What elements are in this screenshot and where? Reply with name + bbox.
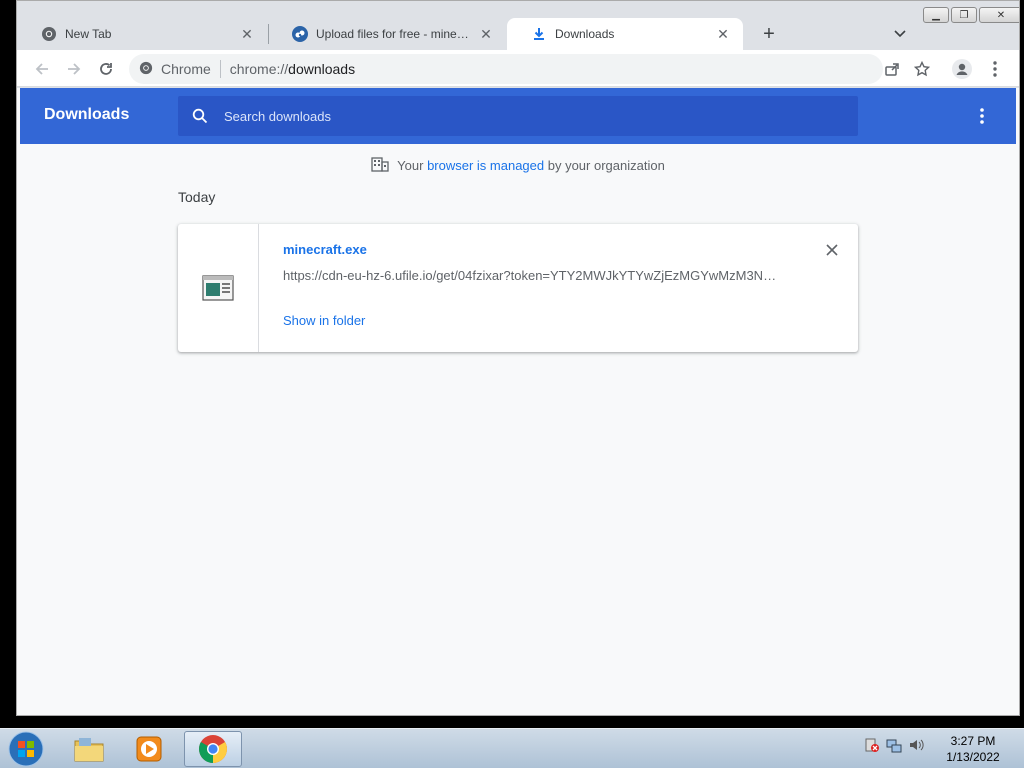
taskbar-explorer[interactable] [60,731,118,767]
managed-suffix: by your organization [544,158,665,173]
tab-new-tab[interactable]: New Tab ✕ [17,18,267,50]
star-icon [914,61,930,77]
profile-button[interactable] [949,56,975,82]
network-icon[interactable] [886,737,902,756]
download-item: minecraft.exe https://cdn-eu-hz-6.ufile.… [178,224,858,352]
tab-search-button[interactable] [889,23,911,45]
close-tab-icon[interactable]: ✕ [715,26,731,42]
downloads-header: Downloads [20,88,1016,144]
taskbar-clock[interactable]: 3:27 PM 1/13/2022 [940,733,1006,765]
share-icon [885,63,899,76]
managed-link[interactable]: browser is managed [427,158,544,173]
volume-icon[interactable] [908,737,924,756]
minimize-button[interactable]: ▁ [923,7,949,23]
tab-title: New Tab [65,27,112,41]
tab-title: Upload files for free - minecraft.exe - … [316,27,472,41]
action-center-icon[interactable] [864,737,880,756]
more-vert-icon [980,108,984,124]
taskbar-media-player[interactable] [120,731,178,767]
new-tab-button[interactable]: + [757,22,781,46]
minimize-icon: ▁ [932,9,940,21]
tab-strip: New Tab ✕ Upload files for free - minecr… [17,1,1019,50]
url-path: downloads [288,61,356,77]
media-player-icon [136,736,162,762]
download-icon [531,26,547,42]
reload-icon [100,63,112,75]
clock-date: 1/13/2022 [946,750,1000,764]
avatar-icon [952,59,972,79]
download-file-name[interactable]: minecraft.exe [283,242,367,257]
address-bar[interactable]: Chrome chrome://downloads [129,54,883,84]
close-tab-icon[interactable]: ✕ [478,26,494,42]
close-icon: ✕ [996,9,1006,21]
clock-time: 3:27 PM [950,734,996,748]
ufile-icon [292,26,308,42]
arrow-left-icon [35,63,48,75]
search-box[interactable] [178,96,858,136]
close-icon [826,244,838,256]
windows-logo-icon [8,731,44,767]
show-in-folder-link[interactable]: Show in folder [283,313,365,328]
omnibox-divider [219,60,221,78]
url-scheme: chrome:// [229,61,289,77]
managed-notice: Your browser is managed by your organiza… [17,156,1019,175]
page-title: Downloads [44,106,130,123]
managed-prefix: Your [397,158,428,173]
browser-toolbar: Chrome chrome://downloads [17,50,1019,87]
chrome-icon [41,26,57,42]
search-input[interactable] [224,108,824,124]
window-controls: ▁ ❐ ✕ [923,7,1019,23]
remove-download-button[interactable] [822,240,842,260]
explorer-icon [74,738,104,762]
chrome-icon [139,61,153,78]
taskbar: 3:27 PM 1/13/2022 [0,728,1024,768]
downloads-menu-button[interactable] [972,106,992,126]
forward-button[interactable] [61,56,87,82]
browser-window: New Tab ✕ Upload files for free - minecr… [16,0,1020,716]
restore-icon: ❐ [959,9,969,21]
plus-icon: + [763,22,775,45]
site-chip[interactable]: Chrome [139,61,211,78]
bookmark-button[interactable] [909,56,935,82]
downloads-page: Downloads Your browser is managed by you… [17,88,1019,715]
start-button[interactable] [6,730,46,768]
reload-button[interactable] [93,56,119,82]
browser-menu-button[interactable] [982,56,1008,82]
date-group-heading: Today [178,189,216,205]
arrow-right-icon [68,63,81,75]
file-icon-column [178,224,259,352]
close-window-button[interactable]: ✕ [979,7,1019,23]
tab-title: Downloads [555,27,615,41]
tab-ufile[interactable]: Upload files for free - minecraft.exe - … [268,18,506,50]
taskbar-chrome[interactable] [184,731,242,767]
download-source-url[interactable]: https://cdn-eu-hz-6.ufile.io/get/04fzixa… [283,268,783,283]
system-tray [864,737,924,756]
tab-downloads[interactable]: Downloads ✕ [507,18,743,50]
chevron-down-icon [894,30,906,38]
executable-file-icon [202,275,234,301]
share-button[interactable] [879,56,905,82]
building-icon [371,156,389,175]
chrome-icon [199,735,227,763]
search-icon [190,106,210,126]
back-button[interactable] [29,56,55,82]
site-label: Chrome [161,61,211,77]
close-tab-icon[interactable]: ✕ [239,26,255,42]
more-vert-icon [993,61,997,77]
maximize-button[interactable]: ❐ [951,7,977,23]
